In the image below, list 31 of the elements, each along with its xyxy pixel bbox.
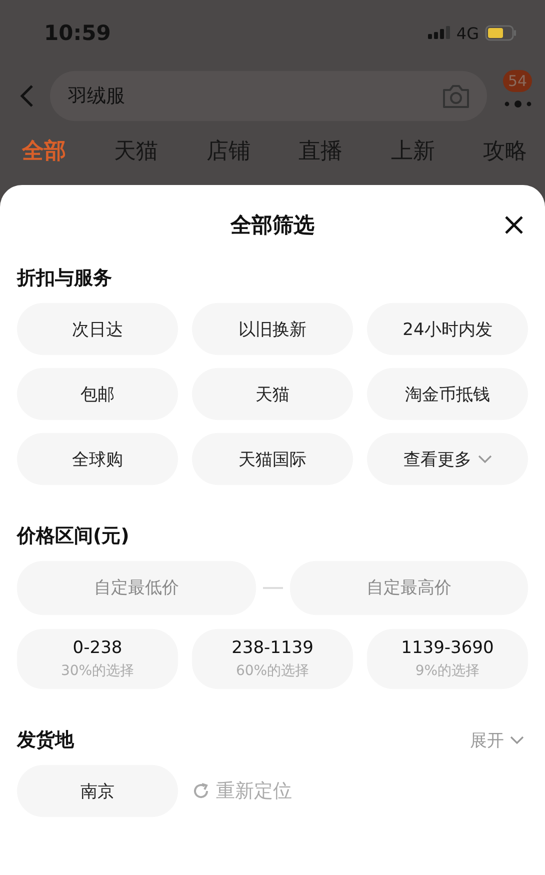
signal-icon bbox=[428, 26, 450, 40]
filter-chip[interactable]: 次日达 bbox=[17, 303, 178, 355]
section-heading: 发货地 bbox=[17, 728, 74, 753]
filter-chip[interactable]: 天猫 bbox=[192, 368, 353, 420]
chevron-down-icon bbox=[478, 454, 492, 464]
filter-chip[interactable]: 天猫国际 bbox=[192, 433, 353, 485]
price-range-chip[interactable]: 0-238 30%的选择 bbox=[17, 629, 178, 689]
chevron-down-icon bbox=[510, 736, 524, 744]
filter-chip[interactable]: 全球购 bbox=[17, 433, 178, 485]
status-time: 10:59 bbox=[44, 21, 111, 45]
battery-icon bbox=[485, 25, 517, 41]
filter-chip[interactable]: 24小时内发 bbox=[367, 303, 528, 355]
price-range-chip[interactable]: 1139-3690 9%的选择 bbox=[367, 629, 528, 689]
filter-chip[interactable]: 淘金币抵钱 bbox=[367, 368, 528, 420]
filter-chip[interactable]: 包邮 bbox=[17, 368, 178, 420]
location-chip[interactable]: 南京 bbox=[17, 765, 178, 817]
filter-chip[interactable]: 以旧换新 bbox=[192, 303, 353, 355]
more-icon[interactable] bbox=[504, 100, 532, 108]
section-heading: 价格区间(元) bbox=[17, 524, 130, 549]
camera-icon[interactable] bbox=[441, 83, 471, 109]
sheet-title: 全部筛选 bbox=[230, 212, 314, 239]
notification-badge: 54 bbox=[503, 70, 532, 92]
back-icon[interactable] bbox=[20, 84, 34, 108]
section-heading: 折扣与服务 bbox=[17, 266, 113, 291]
refresh-icon bbox=[192, 782, 210, 800]
min-price-field[interactable]: 自定最低价 bbox=[17, 561, 256, 615]
max-price-field[interactable]: 自定最高价 bbox=[290, 561, 528, 615]
price-range-chip[interactable]: 238-1139 60%的选择 bbox=[192, 629, 353, 689]
close-icon[interactable] bbox=[504, 215, 524, 235]
see-more-button[interactable]: 查看更多 bbox=[367, 433, 528, 485]
network-label: 4G bbox=[456, 24, 479, 42]
